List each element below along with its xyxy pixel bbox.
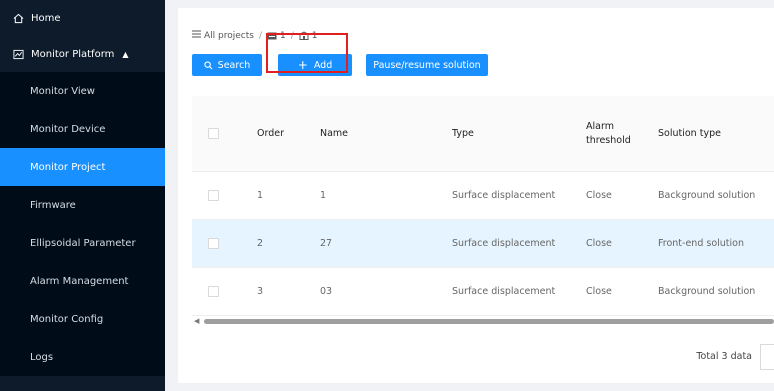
cell-type: Surface displacement xyxy=(452,238,556,249)
sidebar-item-label: Firmware xyxy=(30,199,76,211)
sidebar-item-monitor-platform[interactable]: Monitor Platform ▲ xyxy=(0,36,165,72)
pagination-total: Total 3 data xyxy=(696,351,752,362)
page-size-select[interactable] xyxy=(760,344,774,370)
sidebar-item-logs[interactable]: Logs xyxy=(0,338,165,376)
row-checkbox[interactable] xyxy=(208,220,219,267)
header-order[interactable]: Order xyxy=(257,96,284,171)
search-button-label: Search xyxy=(217,59,251,71)
header-alarm-threshold[interactable]: Alarm threshold xyxy=(586,96,656,171)
header-type[interactable]: Type xyxy=(452,96,474,171)
cell-order: 2 xyxy=(257,238,264,249)
sidebar-item-monitor-project[interactable]: Monitor Project xyxy=(0,148,165,186)
sidebar-item-label: Logs xyxy=(30,351,54,363)
sidebar-item-label: Monitor Project xyxy=(30,161,106,173)
sidebar-item-label: Monitor Config xyxy=(30,313,104,325)
table-row[interactable]: 3 03 Surface displacement Close Backgrou… xyxy=(192,268,774,316)
row-checkbox[interactable] xyxy=(208,268,219,315)
pause-button-label: Pause/resume solution xyxy=(373,59,481,71)
cell-order: 1 xyxy=(257,190,264,201)
sidebar-item-monitor-device[interactable]: Monitor Device xyxy=(0,110,165,148)
sidebar-item-label: Monitor Device xyxy=(30,123,106,135)
sidebar-item-monitor-view[interactable]: Monitor View xyxy=(0,72,165,110)
sidebar-item-label: Home xyxy=(31,12,61,24)
annotation-highlight-box xyxy=(266,33,348,73)
table-row[interactable]: 1 1 Surface displacement Close Backgroun… xyxy=(192,172,774,220)
chevron-up-icon: ▲ xyxy=(122,49,129,59)
scrollbar-thumb[interactable] xyxy=(204,319,774,324)
sidebar-item-label: Ellipsoidal Parameter xyxy=(30,237,136,249)
sidebar-item-monitor-config[interactable]: Monitor Config xyxy=(0,300,165,338)
list-icon xyxy=(192,30,201,41)
table-header: Order Name Type Alarm threshold Solution… xyxy=(192,96,774,172)
cell-alarm: Close xyxy=(586,189,612,201)
cell-order: 3 xyxy=(257,286,264,297)
chart-icon xyxy=(12,48,24,60)
horizontal-scrollbar[interactable]: ◀ xyxy=(192,317,774,325)
table-row[interactable]: 2 27 Surface displacement Close Front-en… xyxy=(192,220,774,268)
cell-type: Surface displacement xyxy=(452,286,556,297)
header-solution-type[interactable]: Solution type xyxy=(658,96,768,171)
search-button[interactable]: Search xyxy=(192,54,262,76)
select-all-checkbox[interactable] xyxy=(208,96,219,171)
cell-name: 27 xyxy=(320,238,333,249)
cell-name: 03 xyxy=(320,286,333,297)
scroll-left-icon[interactable]: ◀ xyxy=(194,317,199,325)
projects-table: Order Name Type Alarm threshold Solution… xyxy=(192,96,774,316)
cell-name: 1 xyxy=(320,190,327,201)
sidebar-item-alarm-management[interactable]: Alarm Management xyxy=(0,262,165,300)
pause-resume-button[interactable]: Pause/resume solution xyxy=(366,54,488,76)
home-icon xyxy=(12,12,24,24)
cell-type: Surface displacement xyxy=(452,190,556,201)
sidebar: Home Monitor Platform ▲ Monitor View Mon… xyxy=(0,0,165,391)
cell-solution: Background solution xyxy=(658,285,756,297)
sidebar-item-ellipsoidal-parameter[interactable]: Ellipsoidal Parameter xyxy=(0,224,165,262)
cell-alarm: Close xyxy=(586,237,612,249)
sidebar-item-label: Monitor Platform xyxy=(31,48,115,60)
sidebar-item-firmware[interactable]: Firmware xyxy=(0,186,165,224)
sidebar-item-home[interactable]: Home xyxy=(0,0,165,36)
cell-alarm: Close xyxy=(586,285,612,297)
breadcrumb-all-projects[interactable]: All projects xyxy=(204,31,254,41)
cell-solution: Background solution xyxy=(658,189,756,201)
search-icon xyxy=(204,60,213,70)
header-name[interactable]: Name xyxy=(320,96,348,171)
breadcrumb-separator: / xyxy=(258,30,262,41)
sidebar-item-label: Alarm Management xyxy=(30,275,129,287)
cell-solution: Front-end solution xyxy=(658,237,744,249)
row-checkbox[interactable] xyxy=(208,172,219,219)
sidebar-item-label: Monitor View xyxy=(30,85,95,97)
